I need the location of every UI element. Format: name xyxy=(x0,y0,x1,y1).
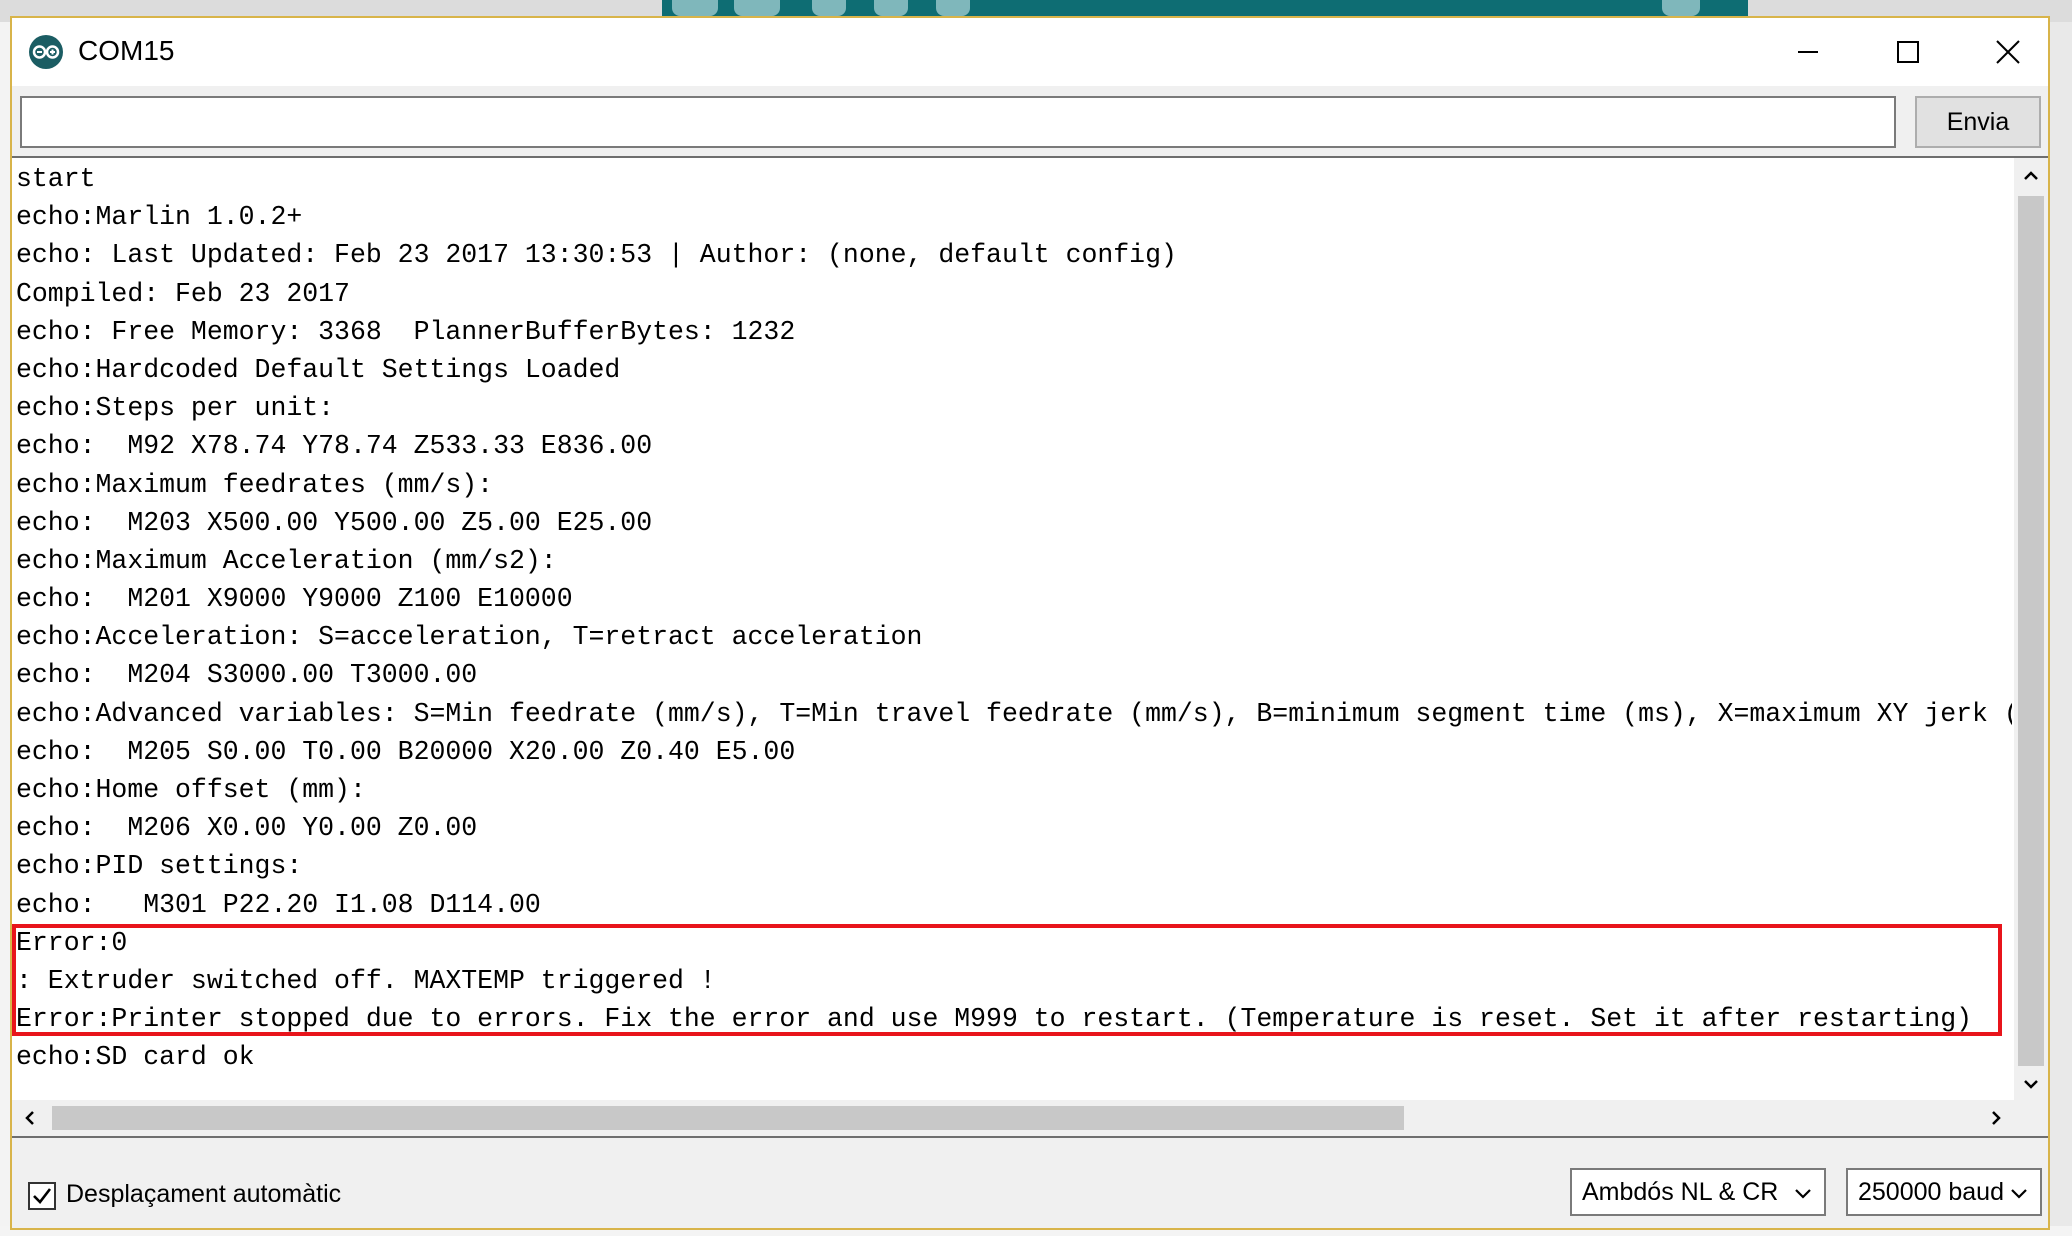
baud-rate-select[interactable]: 250000 baud xyxy=(1846,1168,2042,1216)
console-line: echo: Free Memory: 3368 PlannerBufferByt… xyxy=(16,316,796,347)
vertical-scrollbar[interactable] xyxy=(2014,158,2048,1102)
console-line: echo:Maximum feedrates (mm/s): xyxy=(16,469,494,500)
console-line: echo:Maximum Acceleration (mm/s2): xyxy=(16,545,557,576)
console-line: echo: M204 S3000.00 T3000.00 xyxy=(16,660,478,691)
background-toolbar-button xyxy=(672,0,718,16)
serial-monitor-window: COM15 Envia start echo:Marlin 1.0.2+ echo:… xyxy=(10,16,2050,1230)
background-toolbar-button xyxy=(1662,0,1700,16)
window-title: COM15 xyxy=(78,35,175,66)
title-bar[interactable]: COM15 xyxy=(12,18,2048,86)
minimize-button[interactable] xyxy=(1758,18,1858,86)
horizontal-scroll-thumb[interactable] xyxy=(52,1106,1404,1130)
chevron-down-icon xyxy=(1795,1189,1811,1199)
console-line: echo:SD card ok xyxy=(16,1042,255,1073)
serial-output-text[interactable]: start echo:Marlin 1.0.2+ echo: Last Update… xyxy=(16,160,2012,1094)
console-line: echo: M206 X0.00 Y0.00 Z0.00 xyxy=(16,813,478,844)
line-ending-value: Ambdós NL & CR xyxy=(1582,1177,1779,1206)
scroll-up-button[interactable] xyxy=(2014,158,2048,194)
chevron-down-icon xyxy=(2024,1080,2038,1089)
serial-send-input[interactable] xyxy=(20,96,1896,148)
console-line: echo: M201 X9000 Y9000 Z100 E10000 xyxy=(16,584,573,615)
scroll-right-button[interactable] xyxy=(1978,1100,2014,1136)
console-line: echo:Steps per unit: xyxy=(16,393,335,424)
console-line: echo: M301 P22.20 I1.08 D114.00 xyxy=(16,889,541,920)
serial-output-panel[interactable]: start echo:Marlin 1.0.2+ echo: Last Update… xyxy=(12,156,2048,1138)
console-line: : Extruder switched off. MAXTEMP trigger… xyxy=(16,965,716,996)
chevron-up-icon xyxy=(2024,171,2038,180)
console-line: Error:0 xyxy=(16,927,128,958)
background-toolbar-button xyxy=(812,0,846,16)
scroll-left-button[interactable] xyxy=(12,1100,48,1136)
minimize-icon xyxy=(1798,51,1818,53)
chevron-left-icon xyxy=(25,1111,34,1125)
console-line: echo: M92 X78.74 Y78.74 Z533.33 E836.00 xyxy=(16,431,653,462)
maximize-button[interactable] xyxy=(1858,18,1958,86)
send-button[interactable]: Envia xyxy=(1915,96,2041,148)
autoscroll-checkbox[interactable] xyxy=(28,1182,56,1210)
maximize-icon xyxy=(1897,41,1919,63)
console-line: Error:Printer stopped due to errors. Fix… xyxy=(16,1004,1973,1035)
background-toolbar-button xyxy=(734,0,780,16)
horizontal-scrollbar[interactable] xyxy=(12,1100,2014,1136)
console-line: echo:Marlin 1.0.2+ xyxy=(16,202,303,233)
scrollbar-corner xyxy=(2014,1100,2048,1136)
chevron-down-icon xyxy=(2011,1189,2027,1199)
console-line: echo: M205 S0.00 T0.00 B20000 X20.00 Z0.… xyxy=(16,736,796,767)
scroll-down-button[interactable] xyxy=(2014,1066,2048,1102)
background-toolbar-button xyxy=(936,0,970,16)
console-line: echo: Last Updated: Feb 23 2017 13:30:53… xyxy=(16,240,1177,271)
console-line: echo:Advanced variables: S=Min feedrate … xyxy=(16,698,2012,729)
console-line: echo:PID settings: xyxy=(16,851,303,882)
console-line: Compiled: Feb 23 2017 xyxy=(16,278,350,309)
vertical-scroll-thumb[interactable] xyxy=(2018,196,2044,1066)
autoscroll-label[interactable]: Desplaçament automàtic xyxy=(66,1180,341,1209)
baud-rate-value: 250000 baud xyxy=(1858,1177,2004,1206)
checkmark-icon xyxy=(33,1188,52,1204)
status-bar: Desplaçament automàtic Ambdós NL & CR 25… xyxy=(12,1138,2048,1228)
line-ending-select[interactable]: Ambdós NL & CR xyxy=(1570,1168,1826,1216)
background-toolbar-button xyxy=(874,0,908,16)
console-line: start xyxy=(16,164,96,194)
console-line: echo:Home offset (mm): xyxy=(16,775,366,805)
chevron-right-icon xyxy=(1992,1111,2001,1125)
console-line: echo: M203 X500.00 Y500.00 Z5.00 E25.00 xyxy=(16,507,653,538)
console-line: echo:Hardcoded Default Settings Loaded xyxy=(16,354,621,385)
console-line: echo:Acceleration: S=acceleration, T=ret… xyxy=(16,622,923,653)
close-icon xyxy=(1996,40,2020,64)
close-button[interactable] xyxy=(1958,18,2058,86)
arduino-icon xyxy=(29,35,63,69)
